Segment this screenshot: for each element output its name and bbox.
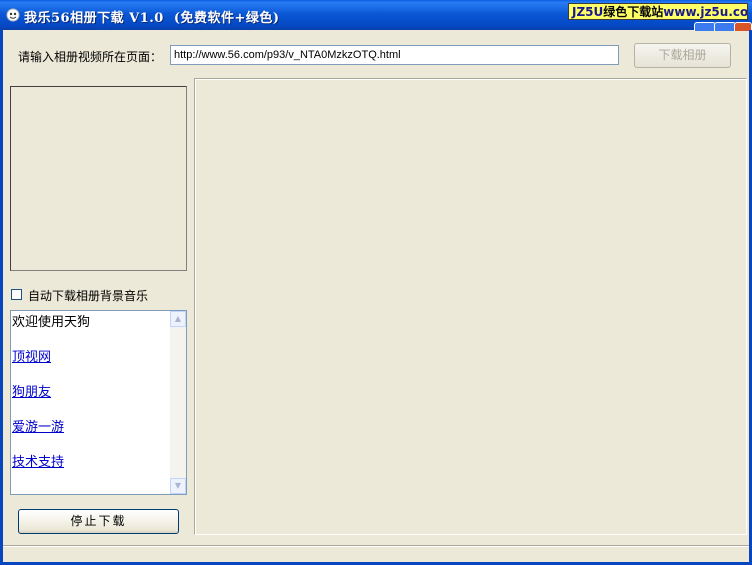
scroll-down-icon[interactable]: ▼ [170,478,186,494]
status-bar [3,545,749,562]
maximize-button[interactable] [714,22,736,31]
watermark-site: 绿色下载站 [603,5,664,19]
watermark-url: www.jz5u.com [663,5,748,19]
window-frame-left [0,30,3,565]
link-aiyouyiyou[interactable]: 爱游一游 [12,416,64,435]
stop-download-button[interactable]: 停止下载 [18,509,179,534]
thumbnail-preview [10,86,187,271]
watermark: JZ5U绿色下载站www.jz5u.com [568,3,748,20]
welcome-text: 欢迎使用天狗 [12,315,91,330]
album-view-panel [194,78,747,535]
links-scrollbar[interactable]: ▲ ▼ [170,311,186,494]
auto-music-checkbox[interactable] [11,289,22,300]
link-tech-support[interactable]: 技术支持 [12,451,64,470]
scroll-up-icon[interactable]: ▲ [170,311,186,327]
watermark-brand: JZ5U [572,5,604,19]
url-label: 请输入相册视频所在页面： [18,50,163,64]
auto-music-label[interactable]: 自动下载相册背景音乐 [28,287,148,304]
link-dingshi[interactable]: 顶视网 [12,346,51,365]
window-title: 我乐56相册下载 V1.0 (免费软件+绿色) [24,11,280,26]
app-icon [6,8,20,22]
link-goupengyou[interactable]: 狗朋友 [12,381,51,400]
title-bar[interactable]: 我乐56相册下载 V1.0 (免费软件+绿色) JZ5U绿色下载站www.jz5… [0,0,752,31]
minimize-button[interactable] [694,22,716,31]
url-input[interactable]: http://www.56.com/p93/v_NTA0MzkzOTQ.html [170,45,619,65]
links-listbox[interactable]: 欢迎使用天狗 顶视网 狗朋友 爱游一游 技术支持 ▲ ▼ [10,310,187,495]
download-album-button[interactable]: 下载相册 [634,43,731,68]
